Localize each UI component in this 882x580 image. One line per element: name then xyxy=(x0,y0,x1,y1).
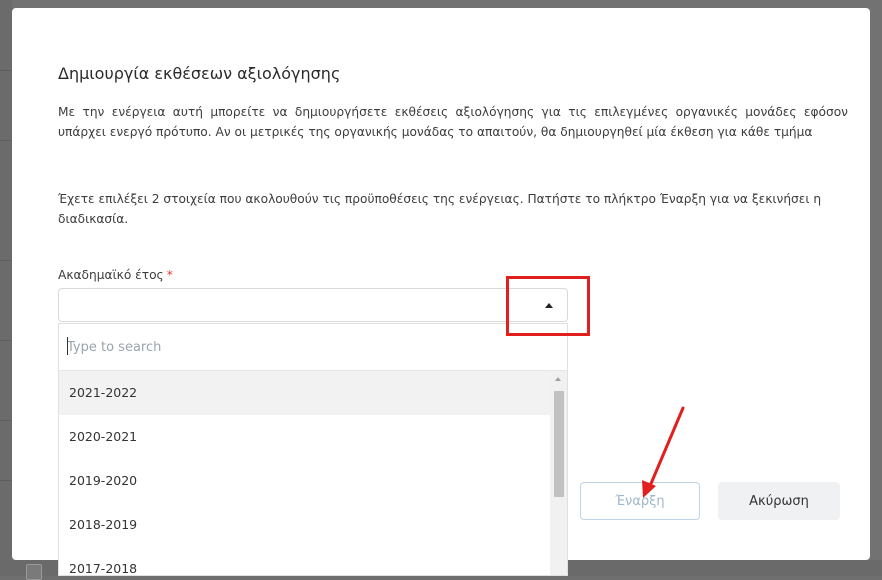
required-star: * xyxy=(166,268,173,282)
dropdown-scrollbar[interactable] xyxy=(550,371,567,575)
dropdown-option[interactable]: 2019-2020 xyxy=(59,459,551,503)
dialog-description: Με την ενέργεια αυτή μπορείτε να δημιουρ… xyxy=(58,105,848,139)
academic-year-label: Ακαδημαϊκό έτος * xyxy=(58,268,173,282)
scroll-up-icon[interactable] xyxy=(555,377,561,381)
create-evaluation-reports-dialog: Δημιουργία εκθέσεων αξιολόγησης Με την ε… xyxy=(12,8,870,576)
background-left-strip xyxy=(0,0,12,576)
dropdown-search-input[interactable] xyxy=(67,336,527,358)
background-divider xyxy=(0,420,12,421)
caret-up-icon[interactable] xyxy=(545,303,553,308)
start-button[interactable]: Έναρξη xyxy=(580,482,700,520)
dialog-title: Δημιουργία εκθέσεων αξιολόγησης xyxy=(58,64,341,83)
dropdown-option[interactable]: 2021-2022 xyxy=(59,371,551,415)
background-divider xyxy=(0,70,12,71)
background-checkbox xyxy=(26,564,42,580)
dropdown-option[interactable]: 2018-2019 xyxy=(59,503,551,547)
cancel-button[interactable]: Ακύρωση xyxy=(718,482,840,520)
dialog-info-text: Έχετε επιλέξει 2 στοιχεία που ακολουθούν… xyxy=(58,192,822,226)
background-divider xyxy=(0,140,12,141)
background-divider xyxy=(0,340,12,341)
dropdown-options-list: 2021-2022 2020-2021 2019-2020 2018-2019 … xyxy=(59,371,551,575)
dropdown-option[interactable]: 2017-2018 xyxy=(59,547,551,575)
academic-year-dropdown: 2021-2022 2020-2021 2019-2020 2018-2019 … xyxy=(58,323,568,576)
background-divider xyxy=(0,260,12,261)
dropdown-search-row xyxy=(59,324,567,371)
scrollbar-thumb[interactable] xyxy=(554,391,564,497)
dropdown-option[interactable]: 2020-2021 xyxy=(59,415,551,459)
academic-year-label-text: Ακαδημαϊκό έτος xyxy=(58,268,164,282)
text-cursor xyxy=(67,337,68,355)
background-divider xyxy=(0,480,12,481)
academic-year-select[interactable] xyxy=(58,288,568,322)
